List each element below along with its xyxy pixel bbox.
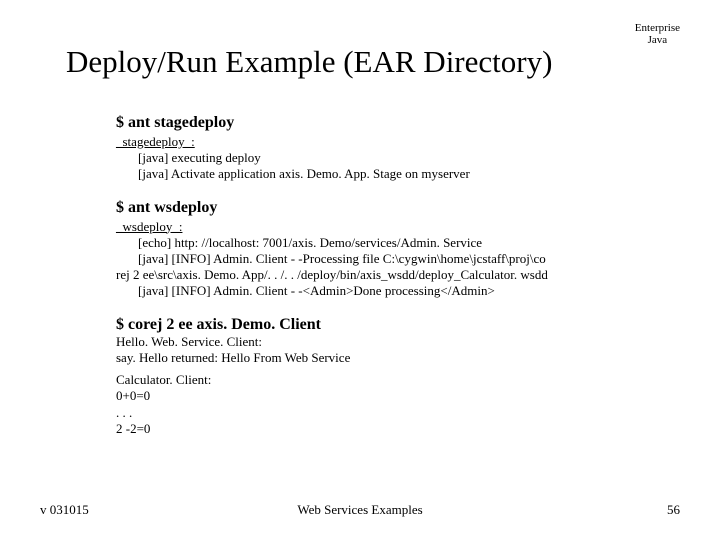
corner-tag: Enterprise Java [635, 22, 680, 46]
output-line: . . . [116, 405, 660, 421]
output-line: Hello. Web. Service. Client: [116, 334, 660, 350]
target-wsdeploy: _wsdeploy_: [116, 219, 660, 235]
cmd-wsdeploy: $ ant wsdeploy [116, 199, 660, 217]
output-line: [java] [INFO] Admin. Client - -Processin… [116, 251, 660, 267]
corner-line-2: Java [635, 34, 680, 46]
footer-page-number: 56 [667, 502, 680, 518]
output-line-wrap: rej 2 ee\src\axis. Demo. App/. . /. . /d… [116, 267, 660, 283]
output-line: [java] [INFO] Admin. Client - -<Admin>Do… [116, 283, 660, 299]
output-line: [java] Activate application axis. Demo. … [116, 166, 660, 182]
slide: Enterprise Java Deploy/Run Example (EAR … [0, 0, 720, 540]
output-line: say. Hello returned: Hello From Web Serv… [116, 350, 660, 366]
output-line: [java] executing deploy [116, 150, 660, 166]
output-line: 0+0=0 [116, 388, 660, 404]
corner-line-1: Enterprise [635, 22, 680, 34]
output-line: Calculator. Client: [116, 372, 660, 388]
cmd-democlient: $ corej 2 ee axis. Demo. Client [116, 316, 660, 334]
target-stagedeploy: _stagedeploy_: [116, 134, 660, 150]
slide-body: $ ant stagedeploy _stagedeploy_: [java] … [116, 110, 660, 437]
output-line: [echo] http: //localhost: 7001/axis. Dem… [116, 235, 660, 251]
output-line: 2 -2=0 [116, 421, 660, 437]
cmd-stagedeploy: $ ant stagedeploy [116, 114, 660, 132]
slide-title: Deploy/Run Example (EAR Directory) [66, 44, 552, 80]
footer-center: Web Services Examples [0, 502, 720, 518]
